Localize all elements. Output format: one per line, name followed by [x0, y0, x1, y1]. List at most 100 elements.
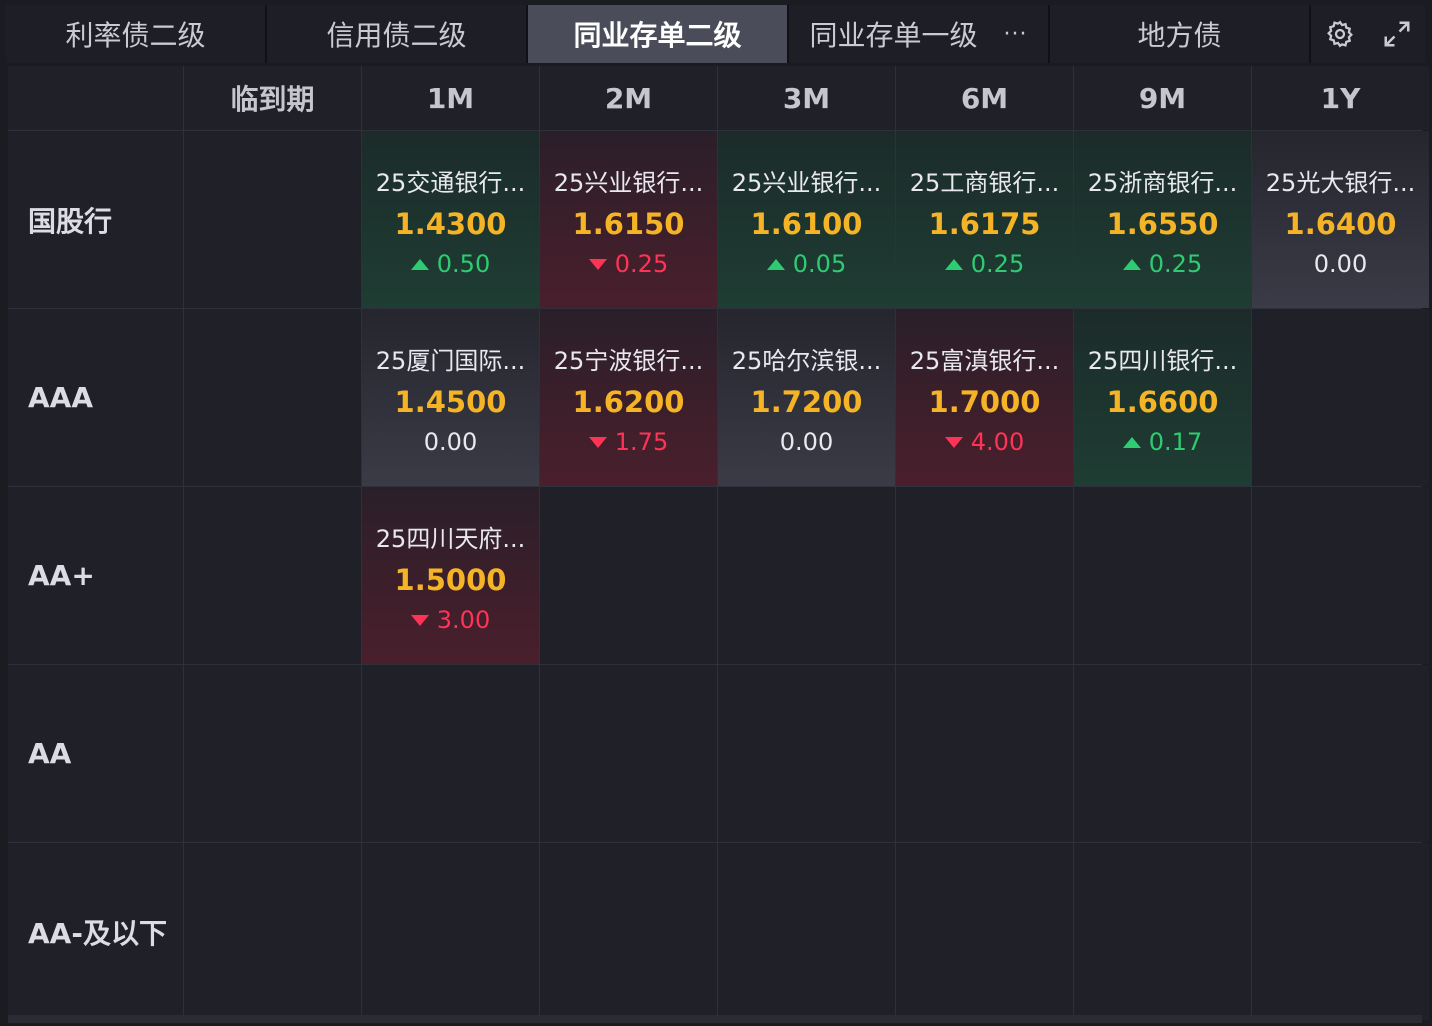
quote-cell[interactable]: 25四川银行... 1.6600 0.17: [1074, 309, 1251, 486]
quote-cell[interactable]: 25光大银行... 1.6400 0.00: [1252, 131, 1429, 308]
yield-value: 1.6100: [750, 207, 863, 241]
empty-cell: [718, 665, 895, 842]
change-number: 0.25: [614, 250, 669, 278]
tab-credit-bond-secondary[interactable]: 信用债二级: [267, 5, 528, 63]
change-number: 0.25: [1148, 250, 1203, 278]
triangle-down-icon: [410, 614, 429, 626]
empty-cell: [1252, 309, 1429, 486]
tab-ncd-secondary[interactable]: 同业存单二级: [528, 5, 789, 63]
quote-cell[interactable]: 25工商银行... 1.6175 0.25: [896, 131, 1073, 308]
tab-rate-bond-secondary[interactable]: 利率债二级: [6, 5, 267, 63]
triangle-down-icon: [588, 436, 607, 448]
quote-cell[interactable]: 25四川天府... 1.5000 3.00: [362, 487, 539, 664]
column-header: 3M: [718, 66, 895, 130]
row-label: AA-及以下: [8, 843, 183, 1020]
quote-cell[interactable]: 25交通银行... 1.4300 0.50: [362, 131, 539, 308]
bond-name: 25四川银行...: [1087, 347, 1238, 375]
change-value: 0.05: [766, 250, 846, 278]
yield-value: 1.6550: [1106, 207, 1219, 241]
bond-name: 25四川天府...: [375, 525, 526, 553]
change-number: 1.75: [614, 428, 669, 456]
change-number: 0.00: [1313, 250, 1368, 278]
empty-cell: [184, 843, 361, 1020]
row-label: AA: [8, 665, 183, 842]
triangle-up-icon: [1122, 436, 1141, 448]
quote-cell[interactable]: 25厦门国际... 1.4500 0.00: [362, 309, 539, 486]
column-header: 1Y: [1252, 66, 1429, 130]
row-label: AAA: [8, 309, 183, 486]
yield-value: 1.6200: [572, 385, 685, 419]
bond-name: 25工商银行...: [909, 169, 1060, 197]
empty-cell: [896, 665, 1073, 842]
triangle-down-icon: [944, 436, 963, 448]
empty-cell: [362, 665, 539, 842]
tab-local-gov-bond[interactable]: 地方债: [1050, 5, 1311, 63]
empty-cell: [896, 843, 1073, 1020]
row-label: AA+: [8, 487, 183, 664]
expand-icon[interactable]: [1380, 17, 1414, 51]
tab-label: 利率债二级: [65, 19, 206, 52]
change-number: 0.25: [970, 250, 1025, 278]
quote-cell[interactable]: 25富滇银行... 1.7000 4.00: [896, 309, 1073, 486]
empty-cell: [1252, 665, 1429, 842]
quote-cell[interactable]: 25兴业银行... 1.6150 0.25: [540, 131, 717, 308]
change-value: 0.00: [424, 428, 477, 456]
quote-cell[interactable]: 25宁波银行... 1.6200 1.75: [540, 309, 717, 486]
empty-cell: [896, 487, 1073, 664]
empty-cell: [540, 665, 717, 842]
yield-value: 1.5000: [394, 563, 507, 597]
column-header: 临到期: [184, 66, 361, 130]
column-header: 1M: [362, 66, 539, 130]
change-value: 0.00: [780, 428, 833, 456]
change-number: 3.00: [436, 606, 491, 634]
bond-name: 25哈尔滨银...: [731, 347, 882, 375]
toolbar: [1311, 5, 1425, 63]
change-number: 0.00: [423, 428, 478, 456]
change-value: 4.00: [944, 428, 1025, 456]
tab-ncd-primary[interactable]: 同业存单一级 ···: [789, 5, 1050, 63]
empty-cell: [718, 843, 895, 1020]
yield-value: 1.6175: [928, 207, 1041, 241]
empty-cell: [184, 665, 361, 842]
bond-name: 25兴业银行...: [553, 169, 704, 197]
tab-label: 同业存单二级: [573, 19, 742, 52]
change-value: 3.00: [410, 606, 491, 634]
bond-name: 25兴业银行...: [731, 169, 882, 197]
change-number: 0.17: [1148, 428, 1203, 456]
bond-name: 25富滇银行...: [909, 347, 1060, 375]
empty-cell: [1074, 665, 1251, 842]
triangle-up-icon: [944, 258, 963, 270]
change-number: 0.00: [779, 428, 834, 456]
corner-header: [8, 66, 183, 130]
quote-cell[interactable]: 25哈尔滨银... 1.7200 0.00: [718, 309, 895, 486]
change-number: 4.00: [970, 428, 1025, 456]
bond-name: 25交通银行...: [375, 169, 526, 197]
yield-value: 1.7000: [928, 385, 1041, 419]
gear-icon[interactable]: [1323, 17, 1357, 51]
change-value: 0.25: [1122, 250, 1203, 278]
row-label: 国股行: [8, 131, 183, 308]
yield-value: 1.4300: [394, 207, 507, 241]
change-value: 0.25: [944, 250, 1025, 278]
empty-cell: [184, 309, 361, 486]
horizontal-scrollbar[interactable]: [8, 1015, 1422, 1023]
tab-label: 地方债: [1137, 19, 1222, 52]
empty-cell: [1252, 487, 1429, 664]
empty-cell: [1074, 843, 1251, 1020]
empty-cell: [1074, 487, 1251, 664]
yield-value: 1.6150: [572, 207, 685, 241]
bond-name: 25浙商银行...: [1087, 169, 1238, 197]
change-value: 0.25: [588, 250, 669, 278]
quote-cell[interactable]: 25兴业银行... 1.6100 0.05: [718, 131, 895, 308]
empty-cell: [184, 131, 361, 308]
bond-name: 25宁波银行...: [553, 347, 704, 375]
change-value: 0.17: [1122, 428, 1203, 456]
quote-cell[interactable]: 25浙商银行... 1.6550 0.25: [1074, 131, 1251, 308]
empty-cell: [362, 843, 539, 1020]
more-icon[interactable]: ···: [1004, 22, 1028, 47]
column-header: 2M: [540, 66, 717, 130]
change-value: 0.00: [1314, 250, 1367, 278]
bond-name: 25厦门国际...: [375, 347, 526, 375]
yield-value: 1.6600: [1106, 385, 1219, 419]
triangle-down-icon: [588, 258, 607, 270]
